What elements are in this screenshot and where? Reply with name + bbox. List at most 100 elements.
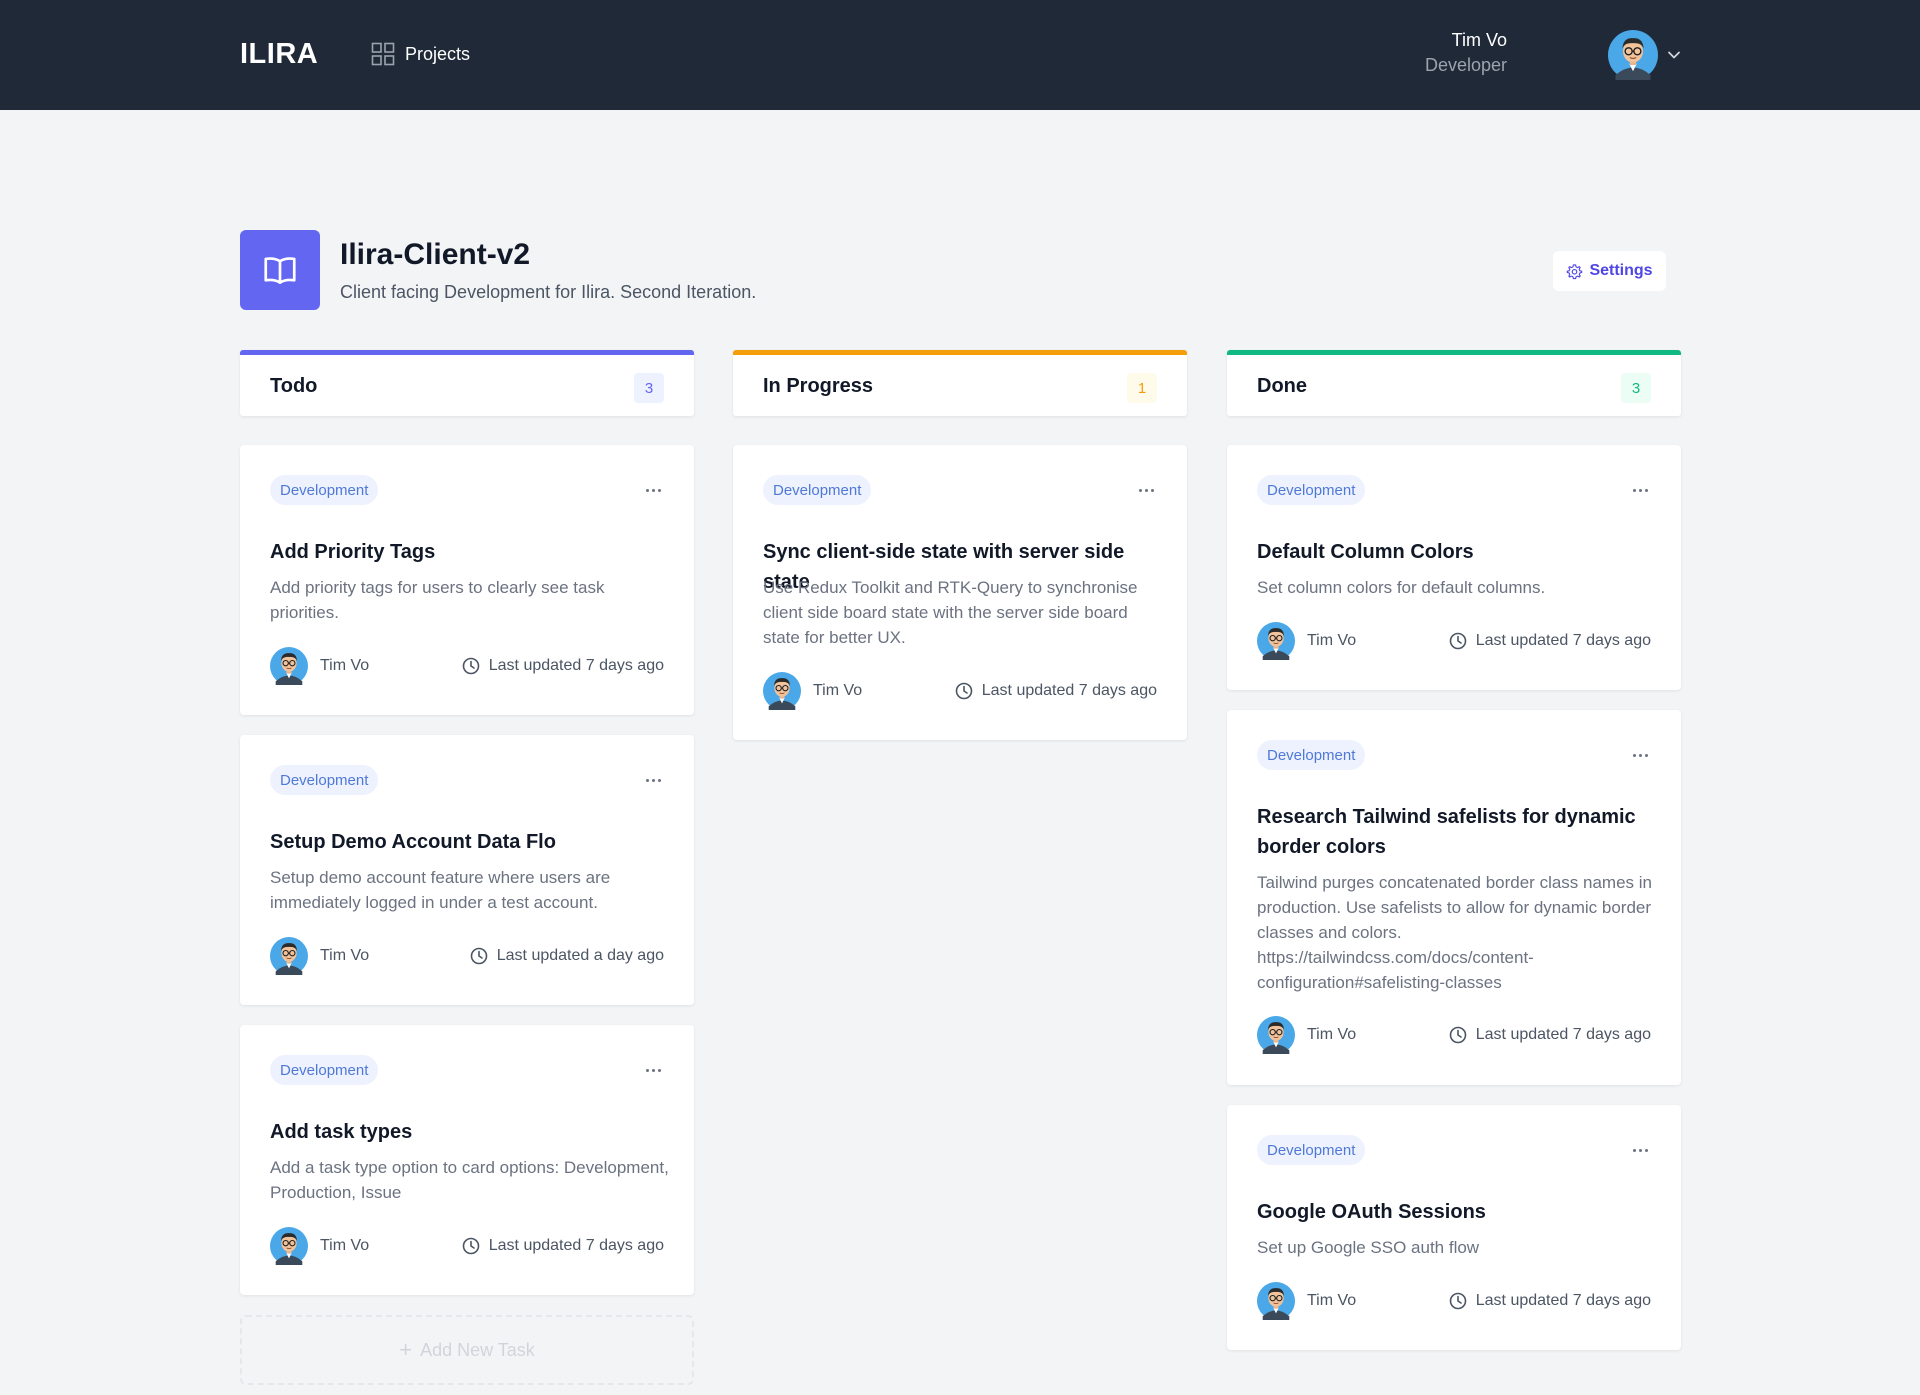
column-count-badge: 3 (634, 373, 664, 403)
task-footer: Tim Vo Last updated 7 days ago (270, 646, 664, 686)
task-updated: Last updated 7 days ago (461, 656, 664, 676)
book-icon (264, 257, 296, 285)
task-title: Google OAuth Sessions (1257, 1201, 1486, 1223)
task-updated: Last updated 7 days ago (1448, 1025, 1651, 1045)
task-card[interactable]: Development Research Tailwind safelists … (1227, 710, 1681, 1085)
task-updated: Last updated 7 days ago (461, 1236, 664, 1256)
task-assignee: Tim Vo (1307, 1292, 1357, 1309)
task-tag: Development (1257, 1135, 1366, 1165)
task-title: Add Priority Tags (270, 541, 436, 563)
more-options-icon[interactable] (1629, 744, 1651, 766)
task-footer: Tim Vo Last updated 7 days ago (1257, 1281, 1651, 1321)
more-options-icon[interactable] (1629, 479, 1651, 501)
nav-projects-link[interactable]: Projects (371, 42, 470, 66)
task-assignee: Tim Vo (813, 682, 863, 699)
task-tag: Development (1257, 475, 1366, 505)
task-card[interactable]: Development Google OAuth Sessions Set up… (1227, 1105, 1681, 1350)
column-title: In Progress (763, 375, 874, 397)
task-title: Add task types (270, 1121, 413, 1143)
avatar (270, 647, 308, 685)
chevron-down-icon[interactable] (1665, 46, 1683, 64)
task-updated: Last updated 7 days ago (1448, 1291, 1651, 1311)
app-logo[interactable]: ILIRA (240, 38, 318, 71)
plus-icon: + (399, 1337, 413, 1362)
task-updated-label: Last updated 7 days ago (1475, 1292, 1651, 1309)
clock-icon (1448, 1291, 1468, 1311)
task-tag: Development (1257, 740, 1366, 770)
task-footer: Tim Vo Last updated a day ago (270, 936, 664, 976)
task-tag: Development (763, 475, 872, 505)
column-header-done: Done 3 (1227, 350, 1681, 416)
more-options-icon[interactable] (642, 479, 664, 501)
task-description: Set up Google SSO auth flow (1257, 1238, 1480, 1257)
task-footer: Tim Vo Last updated 7 days ago (270, 1226, 664, 1266)
project-description: Client facing Development for Ilira. Sec… (340, 282, 757, 302)
clock-icon (954, 681, 974, 701)
user-name: Tim Vo (1451, 30, 1507, 50)
clock-icon (1448, 631, 1468, 651)
task-description: Add a task type option to card options: … (270, 1158, 669, 1202)
gear-icon (1567, 263, 1583, 279)
avatar (270, 937, 308, 975)
task-card[interactable]: Development Add task types Add a task ty… (240, 1025, 694, 1295)
more-options-icon[interactable] (642, 1059, 664, 1081)
task-updated: Last updated a day ago (469, 946, 664, 966)
task-footer: Tim Vo Last updated 7 days ago (763, 671, 1157, 711)
task-updated-label: Last updated 7 days ago (488, 1237, 664, 1254)
task-title: Setup Demo Account Data Flo (270, 831, 556, 853)
task-tag: Development (270, 475, 379, 505)
task-description: Add priority tags for users to clearly s… (270, 578, 605, 622)
add-new-task-label: Add New Task (420, 1339, 535, 1360)
grid-icon (371, 42, 395, 66)
task-card[interactable]: Development Setup Demo Account Data Flo … (240, 735, 694, 1005)
add-new-task-button[interactable]: + Add New Task (240, 1315, 694, 1385)
user-info: Tim Vo Developer (1425, 28, 1507, 78)
task-assignee: Tim Vo (320, 657, 370, 674)
task-card[interactable]: Development Add Priority Tags Add priori… (240, 445, 694, 715)
user-role: Developer (1424, 55, 1507, 75)
column-count-badge: 3 (1621, 373, 1651, 403)
task-tag: Development (270, 1055, 379, 1085)
task-updated-label: Last updated 7 days ago (1475, 632, 1651, 649)
avatar (1257, 1016, 1295, 1054)
project-icon (240, 230, 320, 310)
task-description: Setup demo account feature where users a… (270, 868, 611, 912)
task-assignee: Tim Vo (1307, 632, 1357, 649)
task-description: Set column colors for default columns. (1257, 578, 1546, 597)
task-footer: Tim Vo Last updated 7 days ago (1257, 621, 1651, 661)
task-tag: Development (270, 765, 379, 795)
settings-button[interactable]: Settings (1553, 251, 1666, 291)
avatar (763, 672, 801, 710)
settings-label: Settings (1589, 262, 1653, 279)
clock-icon (469, 946, 489, 966)
avatar (1257, 1282, 1295, 1320)
more-options-icon[interactable] (642, 769, 664, 791)
more-options-icon[interactable] (1629, 1139, 1651, 1161)
top-navbar: ILIRA Projects Tim Vo Developer (0, 0, 1920, 110)
task-assignee: Tim Vo (320, 1237, 370, 1254)
clock-icon (1448, 1025, 1468, 1045)
column-title: Todo (270, 375, 318, 397)
clock-icon (461, 1236, 481, 1256)
task-title: Research Tailwind safelists for dynamic … (1257, 806, 1636, 858)
clock-icon (461, 656, 481, 676)
user-avatar[interactable] (1608, 30, 1658, 80)
column-count-badge: 1 (1127, 373, 1157, 403)
task-updated: Last updated 7 days ago (1448, 631, 1651, 651)
column-header-todo: Todo 3 (240, 350, 694, 416)
avatar (270, 1227, 308, 1265)
task-card[interactable]: Development Default Column Colors Set co… (1227, 445, 1681, 690)
task-description: Use Redux Toolkit and RTK-Query to synch… (763, 578, 1138, 647)
project-title: Ilira-Client-v2 (340, 238, 531, 271)
task-updated-label: Last updated 7 days ago (981, 682, 1157, 699)
task-card[interactable]: Development Sync client-side state with … (733, 445, 1187, 740)
task-assignee: Tim Vo (1307, 1026, 1357, 1043)
task-updated: Last updated 7 days ago (954, 681, 1157, 701)
nav-projects-label: Projects (405, 43, 471, 64)
task-footer: Tim Vo Last updated 7 days ago (1257, 1015, 1651, 1055)
column-header-in-progress: In Progress 1 (733, 350, 1187, 416)
more-options-icon[interactable] (1135, 479, 1157, 501)
task-title: Default Column Colors (1257, 541, 1474, 563)
task-updated-label: Last updated 7 days ago (1475, 1026, 1651, 1043)
task-description: Tailwind purges concatenated border clas… (1257, 873, 1653, 992)
